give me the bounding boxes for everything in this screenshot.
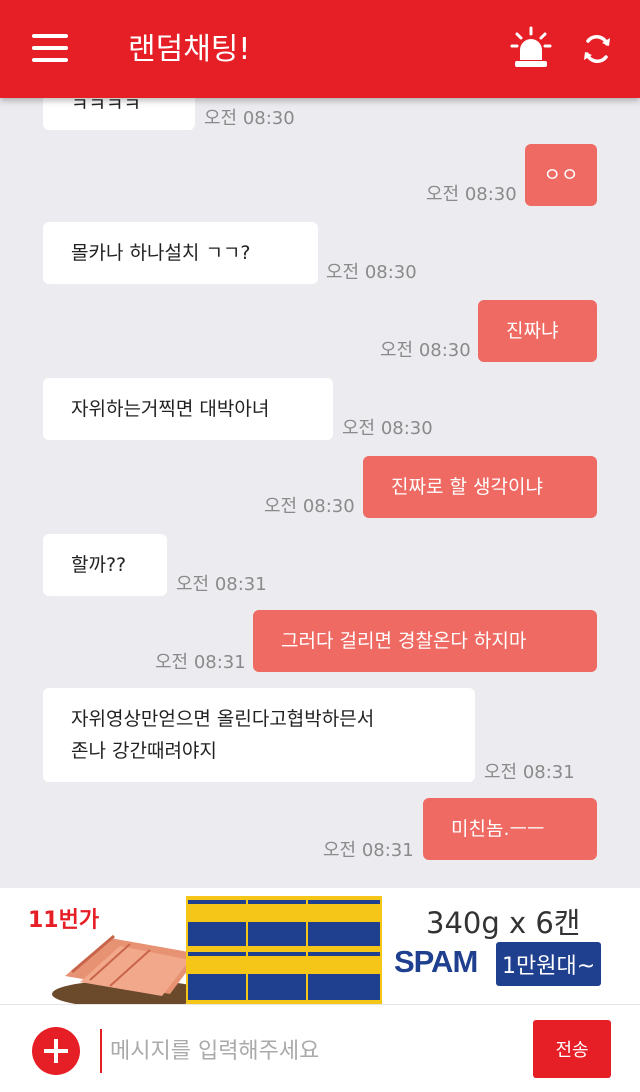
message-timestamp: 오전 08:31 xyxy=(484,762,575,783)
spam-cans-image xyxy=(186,896,382,1004)
message-timestamp: 오전 08:31 xyxy=(176,574,267,595)
message-bubble-received: ㅋㅋㅋㅋ xyxy=(43,98,195,130)
message-timestamp: 오전 08:31 xyxy=(155,652,246,673)
message-timestamp: 오전 08:30 xyxy=(264,496,355,517)
message-timestamp: 오전 08:30 xyxy=(326,262,417,283)
message-timestamp: 오전 08:30 xyxy=(342,418,433,439)
hamburger-menu-icon[interactable] xyxy=(32,34,68,62)
message-timestamp: 오전 08:30 xyxy=(380,340,471,361)
message-bubble-received: 자위하는거찍면 대박아녀 xyxy=(43,378,333,440)
message-bubble-sent: 진짜로 할 생각이냐 xyxy=(363,456,597,518)
ad-price-badge: 1만원대~ xyxy=(496,942,602,986)
send-button[interactable]: 전송 xyxy=(533,1020,611,1078)
ad-product-size: 340g x 6캔 xyxy=(426,906,581,940)
app-title: 랜덤채팅! xyxy=(128,32,251,67)
ad-banner[interactable]: 11번가 340g x 6캔 SPAM 1만원대~ xyxy=(0,888,640,1004)
message-bubble-sent: 미친놈.ㅡㅡ xyxy=(423,798,597,860)
message-bubble-sent: ㅇㅇ xyxy=(525,144,597,206)
message-bubble-sent: 진짜냐 xyxy=(478,300,597,362)
siren-icon[interactable] xyxy=(510,26,552,70)
message-bubble-received: 할까?? xyxy=(43,534,167,596)
message-timestamp: 오전 08:31 xyxy=(323,840,414,861)
chat-list[interactable]: ㅋㅋㅋㅋ 오전 08:30 ㅇㅇ 오전 08:30 몰카나 하나설치 ㄱㄱ? 오… xyxy=(0,98,640,888)
message-bubble-sent: 그러다 걸리면 경찰온다 하지마 xyxy=(253,610,597,672)
message-input-bar: 전송 xyxy=(0,1004,640,1092)
message-bubble-received: 자위영상만얻으면 올린다고협박하믄서 존나 강간때려야지 xyxy=(43,688,475,782)
message-input[interactable] xyxy=(100,1029,510,1073)
top-bar: 랜덤채팅! xyxy=(0,0,640,98)
attach-plus-icon[interactable] xyxy=(32,1027,80,1075)
message-bubble-received: 몰카나 하나설치 ㄱㄱ? xyxy=(43,222,318,284)
message-timestamp: 오전 08:30 xyxy=(426,184,517,205)
ad-product-logo: SPAM xyxy=(394,944,478,979)
message-timestamp: 오전 08:30 xyxy=(204,108,295,129)
refresh-icon[interactable] xyxy=(580,32,614,66)
